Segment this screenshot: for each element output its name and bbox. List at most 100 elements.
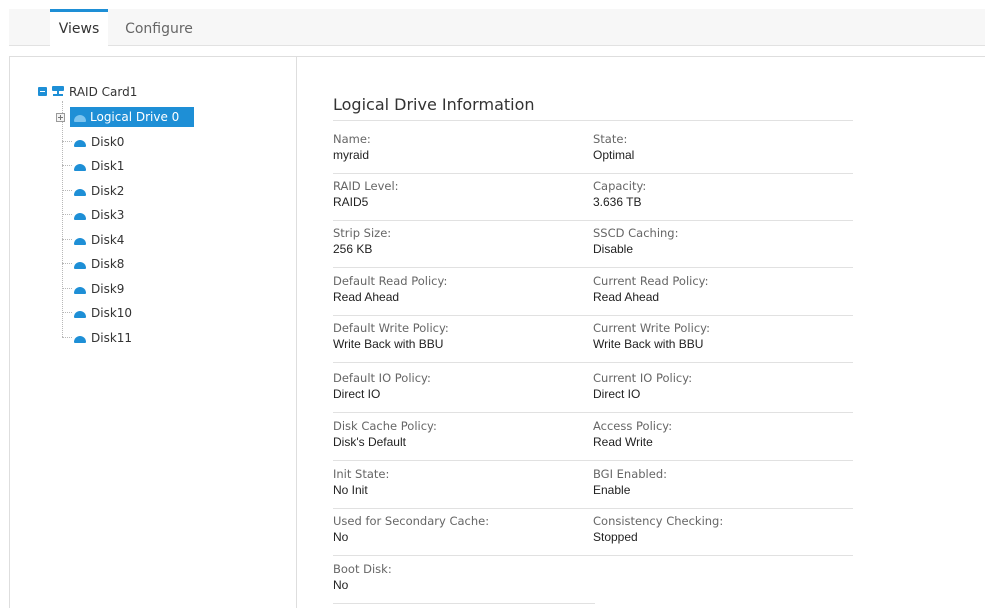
field-value: Stopped	[593, 530, 638, 544]
tree-connector	[62, 141, 72, 142]
field-value: Disable	[593, 242, 634, 256]
disk-icon	[74, 336, 86, 343]
field-init-state: Init State: No Init	[333, 467, 595, 509]
field-current-read-policy: Current Read Policy: Read Ahead	[593, 274, 855, 316]
field-strip-size: Strip Size: 256 KB	[333, 226, 595, 268]
field-label: Default Write Policy:	[333, 321, 449, 335]
tree-connector	[62, 214, 72, 215]
field-sscd-caching: SSCD Caching: Disable	[593, 226, 855, 268]
divider	[333, 173, 595, 174]
divider	[593, 315, 853, 316]
divider	[593, 362, 853, 363]
details-panel: Logical Drive Information Name: myraid S…	[297, 56, 985, 608]
divider	[333, 267, 595, 268]
field-label: Current IO Policy:	[593, 371, 693, 385]
tab-views[interactable]: Views	[50, 9, 108, 47]
field-label: Current Write Policy:	[593, 321, 710, 335]
field-label: Name:	[333, 132, 371, 146]
device-tree: RAID Card1 Logical Drive 0 Disk0 Disk1 D…	[10, 57, 296, 608]
field-label: Init State:	[333, 467, 390, 481]
tree-node-raid-card[interactable]: RAID Card1	[69, 82, 137, 102]
tree-panel: RAID Card1 Logical Drive 0 Disk0 Disk1 D…	[9, 56, 297, 608]
disk-icon	[74, 189, 86, 196]
tree-node-disk[interactable]: Disk3	[91, 205, 124, 225]
tree-node-logical-drive[interactable]: Logical Drive 0	[70, 107, 194, 127]
divider	[333, 315, 595, 316]
field-value: Write Back with BBU	[593, 337, 704, 351]
tree-node-disk[interactable]: Disk2	[91, 181, 124, 201]
field-value: Direct IO	[333, 387, 381, 401]
field-label: Access Policy:	[593, 419, 673, 433]
field-value: No	[333, 578, 349, 592]
field-secondary-cache: Used for Secondary Cache: No	[333, 514, 595, 556]
field-value: Read Ahead	[593, 290, 660, 304]
tree-node-disk[interactable]: Disk10	[91, 303, 132, 323]
tree-node-disk[interactable]: Disk0	[91, 132, 124, 152]
field-default-write-policy: Default Write Policy: Write Back with BB…	[333, 321, 595, 363]
tree-node-disk[interactable]: Disk1	[91, 156, 124, 176]
logical-drive-icon	[74, 115, 86, 122]
divider	[333, 120, 853, 121]
field-value: Enable	[593, 483, 631, 497]
field-default-io-policy: Default IO Policy: Direct IO	[333, 371, 595, 413]
disk-icon	[74, 287, 86, 294]
field-capacity: Capacity: 3.636 TB	[593, 179, 855, 221]
tab-configure[interactable]: Configure	[119, 9, 199, 46]
disk-icon	[74, 213, 86, 220]
field-value: Disk's Default	[333, 435, 406, 449]
raid-card-icon	[52, 85, 64, 97]
tree-connector	[62, 263, 72, 264]
field-value: 3.636 TB	[593, 195, 642, 209]
section-title: Logical Drive Information	[333, 95, 535, 114]
divider	[333, 555, 595, 556]
tree-connector	[62, 288, 72, 289]
disk-icon	[74, 311, 86, 318]
field-label: State:	[593, 132, 628, 146]
field-label: RAID Level:	[333, 179, 399, 193]
field-label: Used for Secondary Cache:	[333, 514, 490, 528]
field-label: Default Read Policy:	[333, 274, 448, 288]
divider	[593, 220, 853, 221]
field-label: Boot Disk:	[333, 562, 392, 576]
disk-icon	[74, 164, 86, 171]
divider	[593, 508, 853, 509]
tab-bar: Views Configure	[9, 9, 985, 47]
tree-node-disk[interactable]: Disk11	[91, 328, 132, 348]
divider	[333, 603, 595, 604]
field-current-io-policy: Current IO Policy: Direct IO	[593, 371, 855, 413]
divider	[333, 220, 595, 221]
tree-node-disk[interactable]: Disk4	[91, 230, 124, 250]
field-access-policy: Access Policy: Read Write	[593, 419, 855, 461]
divider	[593, 173, 853, 174]
tree-connector	[62, 239, 72, 240]
divider	[333, 508, 595, 509]
field-value: Write Back with BBU	[333, 337, 444, 351]
field-label: Consistency Checking:	[593, 514, 724, 528]
tree-connector	[62, 312, 72, 313]
tree-connector	[62, 165, 72, 166]
field-boot-disk: Boot Disk: No	[333, 562, 595, 604]
field-default-read-policy: Default Read Policy: Read Ahead	[333, 274, 595, 316]
divider	[593, 412, 853, 413]
field-value: 256 KB	[333, 242, 373, 256]
collapse-icon[interactable]	[38, 87, 47, 96]
expand-icon[interactable]	[56, 113, 65, 122]
field-value: Optimal	[593, 148, 635, 162]
disk-icon	[74, 140, 86, 147]
field-label: Default IO Policy:	[333, 371, 431, 385]
divider	[593, 460, 853, 461]
tree-node-label: Logical Drive 0	[90, 110, 180, 124]
divider	[593, 555, 853, 556]
field-current-write-policy: Current Write Policy: Write Back with BB…	[593, 321, 855, 363]
tree-node-disk[interactable]: Disk8	[91, 254, 124, 274]
field-label: SSCD Caching:	[593, 226, 679, 240]
tree-connector	[62, 101, 63, 337]
tree-connector	[62, 337, 72, 338]
disk-icon	[74, 262, 86, 269]
divider	[333, 362, 595, 363]
field-value: myraid	[333, 148, 370, 162]
field-value: Read Write	[593, 435, 653, 449]
tree-connector	[62, 190, 72, 191]
field-label: Current Read Policy:	[593, 274, 709, 288]
tree-node-disk[interactable]: Disk9	[91, 279, 124, 299]
